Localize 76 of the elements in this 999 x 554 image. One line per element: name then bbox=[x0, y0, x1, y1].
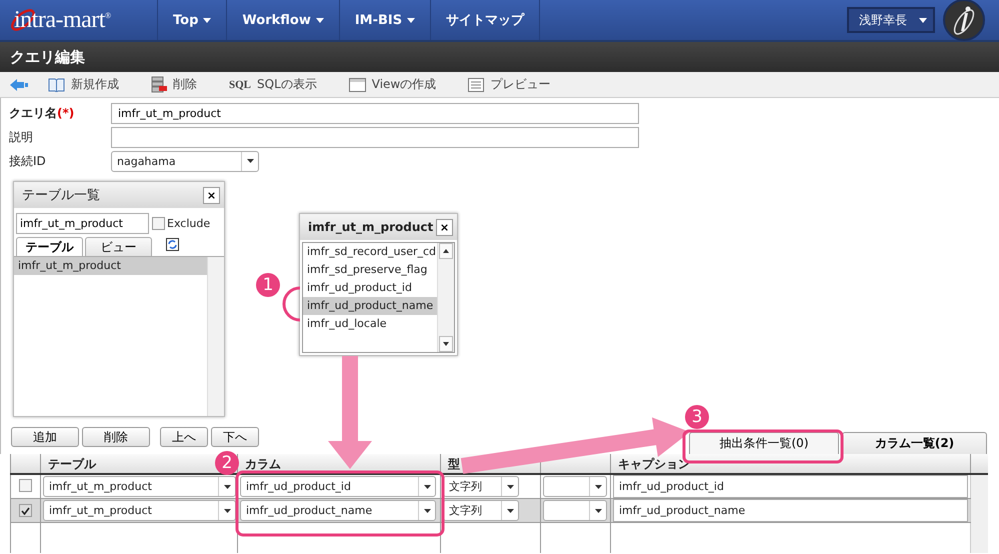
panel-tab[interactable]: テーブル bbox=[16, 237, 83, 256]
list-item[interactable]: imfr_ud_locale bbox=[303, 315, 437, 333]
field-label: 説明 bbox=[9, 128, 34, 146]
action-button[interactable]: 下へ bbox=[211, 427, 259, 447]
toolbar-button[interactable]: SQL SQLの表示 bbox=[217, 76, 329, 93]
toolbar-button[interactable]: プレビュー bbox=[456, 76, 562, 93]
scrollbar[interactable] bbox=[207, 257, 224, 416]
list-item[interactable]: imfr_sd_record_user_cd bbox=[303, 243, 437, 261]
option-select[interactable] bbox=[543, 476, 607, 497]
caret-icon bbox=[424, 508, 430, 512]
toolbar-button[interactable]: 削除 bbox=[139, 76, 209, 93]
field-label: クエリ名(*) bbox=[9, 104, 76, 122]
list-icon bbox=[468, 78, 484, 92]
caret-icon bbox=[506, 484, 514, 488]
nav-menu-item[interactable]: Workflow bbox=[227, 0, 340, 40]
toolbar-button[interactable]: Viewの作成 bbox=[336, 76, 448, 93]
list-item[interactable]: imfr_ut_m_product bbox=[14, 257, 207, 275]
input-field[interactable] bbox=[111, 126, 639, 148]
action-button[interactable]: 削除 bbox=[82, 427, 150, 447]
caret-icon bbox=[506, 508, 514, 512]
close-button[interactable]: × bbox=[436, 218, 453, 236]
scrollbar[interactable] bbox=[437, 243, 454, 352]
sql-icon: SQL bbox=[229, 78, 252, 90]
caret-icon bbox=[246, 159, 254, 163]
list-item[interactable]: imfr_ud_product_name bbox=[303, 297, 437, 315]
back-arrow-icon[interactable] bbox=[10, 78, 28, 90]
caret-icon bbox=[224, 508, 230, 512]
callout-badge: 3 bbox=[685, 405, 709, 429]
refresh-icon[interactable] bbox=[166, 238, 179, 251]
server-delete-icon bbox=[151, 76, 167, 93]
list-item[interactable]: imfr_sd_preserve_flag bbox=[303, 261, 437, 279]
panel-title-text: テーブル一覧 bbox=[22, 187, 100, 204]
caret-icon bbox=[594, 508, 602, 512]
page-title: クエリ編集 bbox=[0, 42, 999, 72]
panel-title-text: imfr_ut_m_product bbox=[308, 220, 434, 234]
nav-menu-item[interactable]: サイトマップ bbox=[431, 0, 540, 40]
nav-menu-item[interactable]: Top bbox=[158, 0, 228, 40]
nav-menu-item[interactable]: IM-BIS bbox=[340, 0, 432, 40]
input-field[interactable]: imfr_ut_m_product bbox=[111, 102, 639, 124]
list-item[interactable]: imfr_ud_product_id bbox=[303, 279, 437, 297]
panel-tab[interactable]: ビュー bbox=[85, 237, 152, 256]
field-label: 接続ID bbox=[9, 152, 47, 170]
book-icon bbox=[48, 77, 65, 92]
check-icon bbox=[21, 506, 30, 514]
column-select[interactable]: imfr_ud_product_id bbox=[240, 476, 436, 497]
table-select[interactable]: imfr_ut_m_product bbox=[43, 500, 236, 521]
action-button[interactable]: 上へ bbox=[160, 427, 208, 447]
filter-field[interactable]: imfr_ut_m_product bbox=[16, 213, 149, 234]
column-select[interactable]: imfr_ud_product_name bbox=[240, 500, 436, 521]
tab[interactable]: 抽出条件一覧(0) bbox=[689, 432, 839, 454]
callout-badge: 1 bbox=[256, 273, 280, 297]
table-select[interactable]: imfr_ut_m_product bbox=[43, 476, 236, 497]
toolbar-button[interactable]: 新規作成 bbox=[36, 76, 131, 93]
caret-icon bbox=[424, 484, 430, 488]
caption-field[interactable]: imfr_ud_product_name bbox=[613, 499, 968, 522]
window-icon bbox=[348, 78, 366, 92]
caret-icon bbox=[224, 484, 230, 488]
type-select[interactable]: 文字列 bbox=[443, 500, 519, 521]
action-button[interactable]: 追加 bbox=[11, 427, 79, 447]
logo-icon bbox=[943, 0, 985, 41]
scroll-up-icon[interactable] bbox=[439, 243, 453, 259]
option-select[interactable] bbox=[543, 500, 607, 521]
caret-icon bbox=[919, 18, 927, 22]
user-menu-button[interactable]: 浅野幸長 bbox=[847, 7, 935, 33]
tab[interactable]: カラム一覧(2) bbox=[842, 432, 987, 454]
caption-field[interactable]: imfr_ud_product_id bbox=[613, 475, 968, 498]
type-select[interactable]: 文字列 bbox=[443, 476, 519, 497]
bracket-arc bbox=[282, 286, 300, 322]
column-header: キャプション bbox=[610, 454, 970, 474]
row-checkbox[interactable] bbox=[19, 504, 32, 517]
scroll-down-icon[interactable] bbox=[439, 336, 453, 352]
close-button[interactable]: × bbox=[203, 186, 220, 204]
row-checkbox[interactable] bbox=[19, 478, 32, 492]
exclude-checkbox[interactable]: Exclude bbox=[152, 217, 210, 230]
connection-select[interactable]: nagahama bbox=[111, 150, 259, 172]
caret-icon bbox=[594, 484, 602, 488]
